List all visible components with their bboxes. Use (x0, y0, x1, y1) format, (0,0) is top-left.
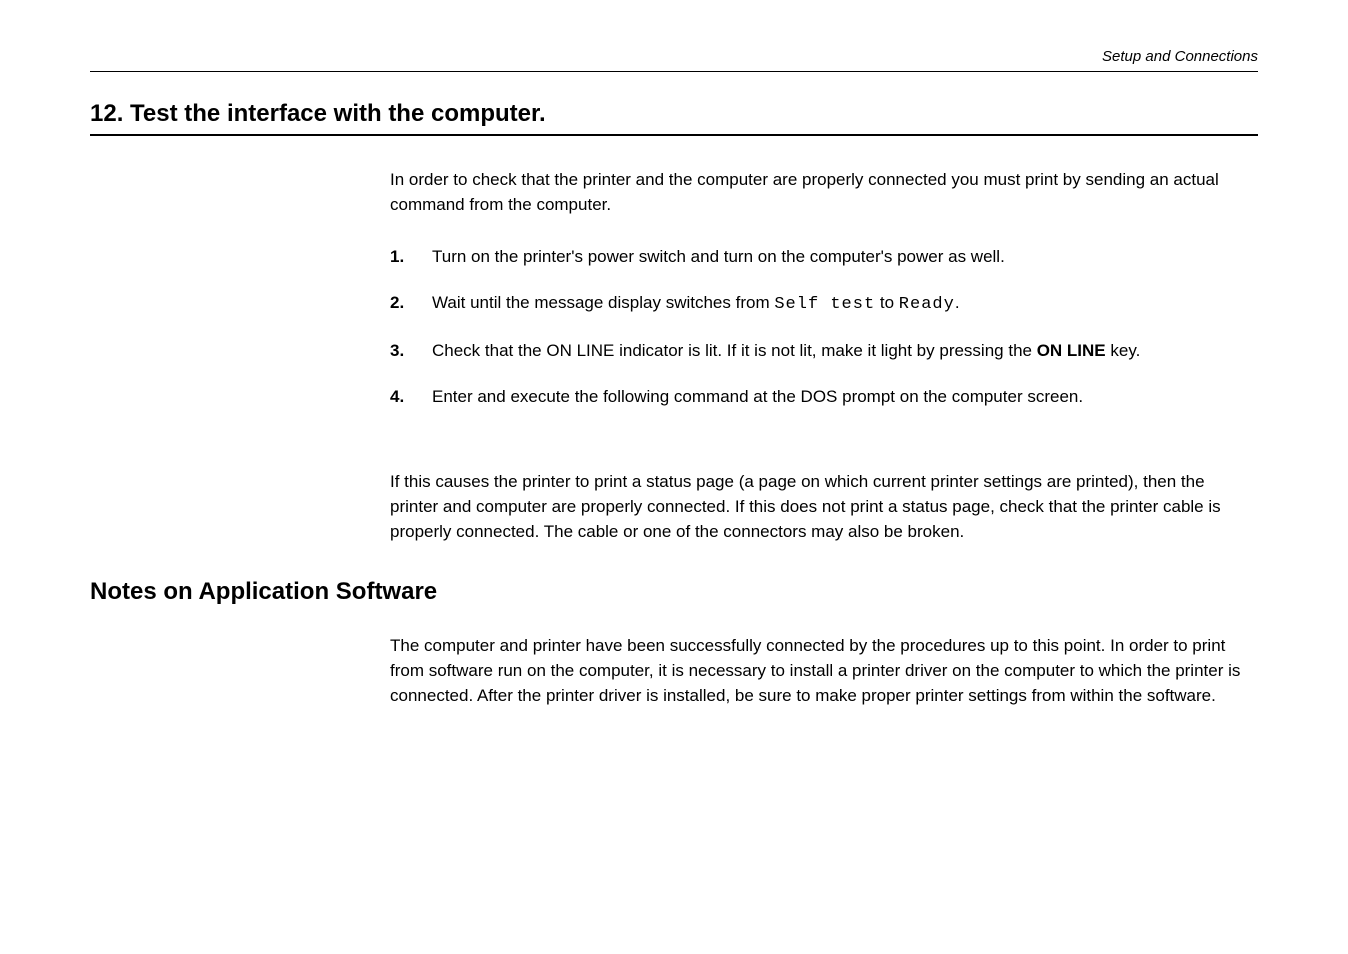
section-number: 12. (90, 100, 123, 127)
intro-paragraph: In order to check that the printer and t… (390, 168, 1248, 217)
step-text-mid: to (875, 293, 899, 312)
step-number: 3. (390, 339, 432, 363)
running-header: Setup and Connections (90, 48, 1258, 65)
step-item-1: 1. Turn on the printer's power switch an… (390, 245, 1248, 269)
step-item-3: 3. Check that the ON LINE indicator is l… (390, 339, 1248, 363)
step-text: Enter and execute the following command … (432, 385, 1248, 409)
step-number: 2. (390, 291, 432, 317)
result-paragraph: If this causes the printer to print a st… (390, 470, 1248, 544)
section-title: 12. Test the interface with the computer… (90, 100, 1258, 128)
step-item-2: 2. Wait until the message display switch… (390, 291, 1248, 317)
bold-key-name: ON LINE (1037, 341, 1106, 360)
step-text-prefix: Check that the ON LINE indicator is lit.… (432, 341, 1037, 360)
step-item-4: 4. Enter and execute the following comma… (390, 385, 1248, 409)
step-text: Check that the ON LINE indicator is lit.… (432, 339, 1248, 363)
step-text: Turn on the printer's power switch and t… (432, 245, 1248, 269)
notes-content-block: The computer and printer have been succe… (390, 634, 1258, 708)
content-block: In order to check that the printer and t… (390, 168, 1258, 544)
subsection-title: Notes on Application Software (90, 578, 1258, 606)
step-number: 1. (390, 245, 432, 269)
header-divider (90, 71, 1258, 72)
step-text-suffix: key. (1106, 341, 1141, 360)
notes-paragraph: The computer and printer have been succe… (390, 634, 1248, 708)
step-number: 4. (390, 385, 432, 409)
section-title-text: Test the interface with the computer. (130, 100, 546, 127)
step-text-prefix: Wait until the message display switches … (432, 293, 774, 312)
step-list: 1. Turn on the printer's power switch an… (390, 245, 1248, 408)
step-text: Wait until the message display switches … (432, 291, 1248, 317)
mono-text-ready: Ready (899, 295, 955, 314)
step-text-suffix: . (955, 293, 960, 312)
mono-text-self-test: Self test (774, 295, 875, 314)
section-divider (90, 134, 1258, 136)
